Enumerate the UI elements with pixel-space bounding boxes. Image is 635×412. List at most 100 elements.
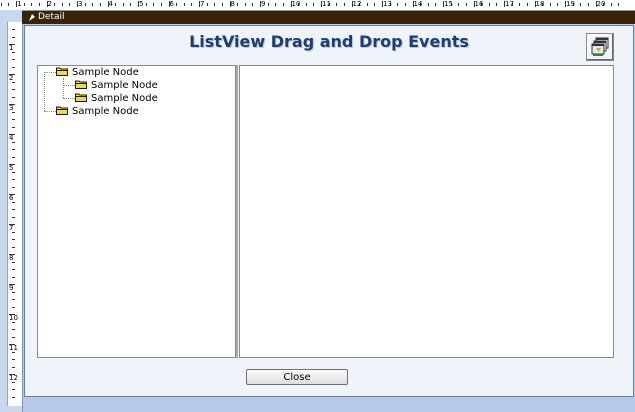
ruler-number: 2 bbox=[9, 74, 14, 82]
tree-node[interactable]: Sample Node bbox=[56, 105, 139, 118]
ruler-tick bbox=[610, 3, 612, 6]
ruler-tick bbox=[12, 366, 15, 368]
ruler-tick bbox=[12, 149, 15, 150]
tree-line bbox=[63, 98, 75, 99]
tree-line bbox=[44, 111, 56, 112]
ruler-number: 19 bbox=[566, 0, 575, 8]
ruler-number: 11 bbox=[9, 344, 18, 352]
ruler-number: 7 bbox=[200, 0, 205, 8]
ruler-tick bbox=[252, 3, 254, 6]
ruler-number: 9 bbox=[261, 0, 266, 8]
ruler-tick bbox=[305, 3, 307, 6]
tree-node-label: Sample Node bbox=[91, 93, 158, 104]
ruler-tick bbox=[12, 269, 15, 270]
ruler-tick bbox=[12, 186, 15, 188]
tree-node[interactable]: Sample Node bbox=[75, 92, 158, 105]
ruler-number: 14 bbox=[413, 0, 423, 8]
ruler-number: 6 bbox=[9, 194, 14, 202]
ruler-tick bbox=[587, 3, 589, 6]
ruler-tick bbox=[61, 3, 63, 6]
ruler-number: 6 bbox=[169, 0, 174, 8]
ruler-number: 5 bbox=[139, 0, 144, 8]
ruler-tick bbox=[465, 3, 467, 6]
ruler-tick bbox=[244, 3, 246, 6]
ruler-tick bbox=[618, 3, 620, 6]
ruler-tick bbox=[336, 3, 338, 6]
ruler-tick bbox=[12, 216, 15, 218]
ruler-tick bbox=[214, 3, 216, 6]
ruler-tick bbox=[191, 3, 193, 6]
tree-node[interactable]: Sample Node bbox=[75, 79, 158, 92]
ruler-number: 1 bbox=[9, 44, 14, 52]
ruler-number: 16 bbox=[474, 0, 484, 8]
ruler-tick bbox=[38, 3, 40, 6]
tree-line bbox=[44, 72, 45, 111]
ruler-tick bbox=[31, 3, 33, 6]
ruler-number: 13 bbox=[383, 0, 392, 8]
ruler-tick bbox=[122, 3, 124, 6]
ruler-tick bbox=[160, 3, 162, 6]
ruler-tick bbox=[145, 3, 147, 6]
ruler-tick bbox=[12, 59, 15, 60]
folder-icon bbox=[56, 105, 68, 115]
ruler-tick bbox=[12, 299, 15, 300]
ruler-tick bbox=[12, 239, 15, 240]
ruler-tick bbox=[12, 29, 15, 30]
folder-icon bbox=[75, 92, 87, 102]
ruler-number: 9 bbox=[9, 284, 14, 292]
ruler-number: 20 bbox=[596, 0, 606, 8]
ruler-tick bbox=[12, 336, 15, 338]
ruler-number: 7 bbox=[9, 224, 14, 232]
ruler-tick bbox=[404, 3, 406, 6]
detail-section-header[interactable]: Detail bbox=[22, 11, 635, 24]
ruler-tick bbox=[366, 3, 368, 6]
ruler-tick bbox=[526, 3, 528, 6]
ruler-tick bbox=[23, 3, 25, 6]
ruler-tick bbox=[267, 3, 269, 6]
ruler-number: 8 bbox=[9, 254, 14, 262]
ruler-tick bbox=[221, 3, 223, 6]
ruler-tick bbox=[313, 3, 315, 6]
windows-stack-icon bbox=[591, 37, 609, 56]
form-title: ListView Drag and Drop Events bbox=[189, 32, 469, 51]
ruler-tick bbox=[12, 306, 15, 308]
ruler-tick bbox=[69, 3, 71, 6]
ruler-tick bbox=[12, 209, 15, 210]
windows-stack-button[interactable] bbox=[586, 33, 614, 61]
tree-node-label: Sample Node bbox=[91, 80, 158, 91]
vertical-ruler-track: 1 2 3 4 5 6 7 8 9 10 11 12 bbox=[7, 22, 22, 406]
ruler-tick bbox=[580, 3, 582, 6]
ruler-number: 11 bbox=[322, 0, 331, 8]
tree-view[interactable]: Sample Node Sample Node Sample Node Sample … bbox=[37, 65, 236, 358]
tree-line bbox=[44, 72, 56, 73]
ruler-tick bbox=[237, 3, 239, 6]
section-label: Detail bbox=[38, 12, 65, 22]
splitter[interactable] bbox=[236, 65, 238, 358]
ruler-tick bbox=[282, 3, 284, 6]
ruler-tick bbox=[343, 3, 345, 6]
ruler-number: 5 bbox=[9, 164, 14, 172]
ruler-tick bbox=[557, 3, 559, 6]
ruler-tick bbox=[12, 89, 15, 90]
ruler-tick bbox=[12, 66, 15, 68]
tree-node-label: Sample Node bbox=[72, 106, 139, 117]
ruler-number: 10 bbox=[9, 314, 18, 322]
ruler-tick bbox=[176, 3, 178, 6]
ruler-tick bbox=[183, 3, 185, 6]
tree-node-label: Sample Node bbox=[72, 67, 139, 78]
folder-icon bbox=[75, 79, 87, 89]
ruler-tick bbox=[12, 246, 15, 248]
list-view[interactable] bbox=[239, 65, 614, 358]
ruler-number: 18 bbox=[535, 0, 545, 8]
ruler-number: 4 bbox=[108, 0, 113, 8]
ruler-number: 12 bbox=[9, 374, 18, 382]
close-button[interactable]: Close bbox=[246, 369, 348, 385]
ruler-tick bbox=[12, 119, 15, 120]
ruler-number: 10 bbox=[291, 0, 301, 8]
ruler-tick bbox=[8, 3, 10, 6]
ruler-tick bbox=[12, 179, 15, 180]
ruler-number: 2 bbox=[47, 0, 52, 8]
ruler-number: 15 bbox=[444, 0, 453, 8]
ruler-tick bbox=[99, 3, 101, 6]
tree-node[interactable]: Sample Node bbox=[56, 66, 139, 79]
